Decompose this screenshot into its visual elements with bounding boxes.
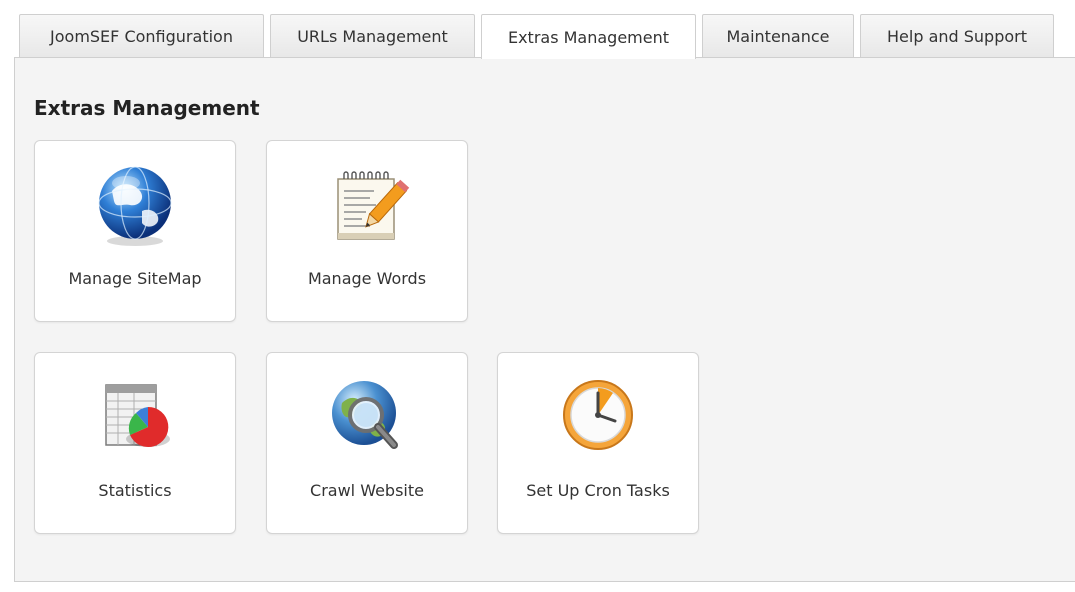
manage-words-button[interactable]: Manage Words [266, 140, 468, 322]
tab-maintenance[interactable]: Maintenance [702, 14, 854, 57]
tab-bar: JoomSEF Configuration URLs Management Ex… [19, 14, 1060, 59]
globe-icon [90, 161, 180, 251]
set-up-cron-tasks-label: Set Up Cron Tasks [526, 481, 670, 500]
statistics-button[interactable]: Statistics [34, 352, 236, 534]
tab-urls-management[interactable]: URLs Management [270, 14, 475, 57]
manage-words-label: Manage Words [307, 269, 427, 288]
tab-joomsef-configuration[interactable]: JoomSEF Configuration [19, 14, 264, 57]
clock-icon [553, 373, 643, 463]
globe-magnifier-icon [322, 373, 412, 463]
manage-sitemap-label: Manage SiteMap [68, 269, 202, 288]
notepad-pencil-icon [322, 161, 412, 251]
crawl-website-button[interactable]: Crawl Website [266, 352, 468, 534]
set-up-cron-tasks-button[interactable]: Set Up Cron Tasks [497, 352, 699, 534]
spreadsheet-pie-chart-icon [90, 373, 180, 463]
tab-extras-management[interactable]: Extras Management [481, 14, 696, 59]
statistics-label: Statistics [98, 481, 172, 500]
tab-help-and-support[interactable]: Help and Support [860, 14, 1054, 57]
page-title: Extras Management [34, 96, 260, 120]
crawl-website-label: Crawl Website [310, 481, 424, 500]
manage-sitemap-button[interactable]: Manage SiteMap [34, 140, 236, 322]
